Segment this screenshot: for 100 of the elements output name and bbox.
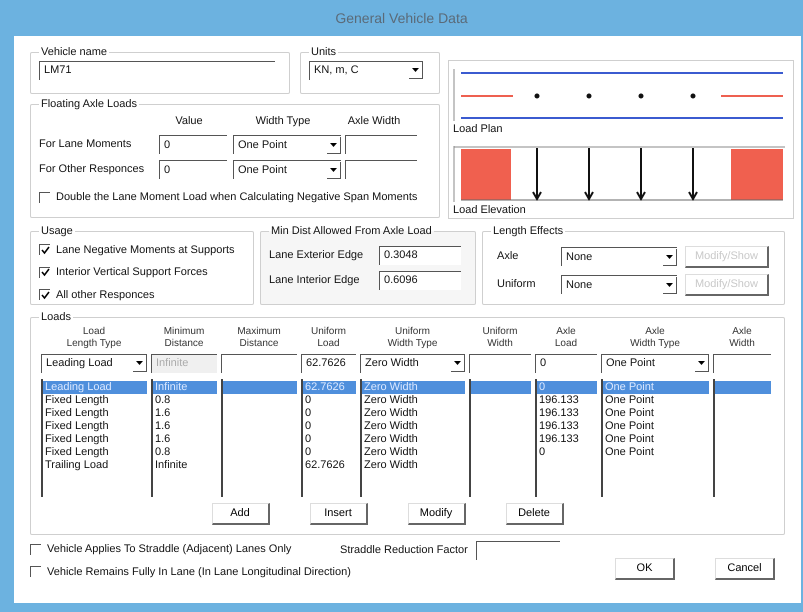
table-cell[interactable]: One Point bbox=[603, 406, 709, 420]
table-cell[interactable]: One Point bbox=[603, 394, 709, 406]
checkbox-label: Interior Vertical Support Forces bbox=[56, 265, 208, 280]
group-title: Vehicle name bbox=[40, 45, 108, 60]
group-title: Floating Axle Loads bbox=[40, 97, 138, 112]
distance-field[interactable]: 0.3048 bbox=[379, 246, 461, 264]
table-cell[interactable]: 0 bbox=[303, 446, 356, 458]
group-title: Usage bbox=[40, 224, 74, 239]
drawing-label: Load Elevation bbox=[453, 202, 527, 218]
table-cell[interactable]: 196.133 bbox=[537, 394, 597, 406]
field-label: Straddle Reduction Factor bbox=[340, 543, 468, 558]
table-dropdown[interactable]: Leading Load bbox=[41, 354, 147, 372]
table-cell[interactable]: 0 bbox=[303, 432, 356, 446]
table-cell[interactable]: 196.133 bbox=[537, 406, 597, 420]
table-dropdown[interactable]: One Point bbox=[601, 354, 709, 372]
dropdown-arrow-icon bbox=[666, 254, 673, 258]
dropdown-arrow-icon bbox=[330, 142, 337, 146]
checkbox-label: Lane Negative Moments at Supports bbox=[56, 242, 235, 258]
dialog-button[interactable]: Delete bbox=[506, 502, 564, 524]
group-title: Min Dist Allowed From Axle Load bbox=[270, 224, 433, 239]
table-field[interactable]: 0 bbox=[535, 354, 597, 372]
table-cell[interactable]: 1.6 bbox=[153, 406, 217, 420]
vehicle-name-field[interactable]: LM71 bbox=[39, 60, 275, 80]
dropdown-arrow-icon bbox=[698, 361, 705, 365]
table-cell[interactable]: Zero Width bbox=[362, 420, 465, 432]
dialog-button[interactable]: Modify bbox=[408, 502, 466, 524]
dropdown-arrow-icon bbox=[412, 68, 419, 72]
dropdown-arrow-icon bbox=[666, 282, 673, 286]
dropdown-arrow-icon bbox=[454, 361, 461, 365]
field-label: Lane Exterior Edge bbox=[269, 248, 364, 263]
field-label: Lane Interior Edge bbox=[269, 272, 361, 288]
checkbox[interactable] bbox=[39, 244, 50, 256]
dialog-button[interactable]: OK bbox=[615, 558, 675, 580]
table-cell[interactable] bbox=[223, 380, 297, 394]
table-cell[interactable]: Fixed Length bbox=[43, 446, 147, 458]
value-field[interactable]: 0 bbox=[159, 135, 227, 154]
table-field[interactable]: 62.7626 bbox=[301, 354, 356, 372]
column-header: Uniform Width bbox=[481, 326, 518, 350]
column-header: Maximum Distance bbox=[236, 326, 282, 350]
column-header: Load Length Type bbox=[66, 326, 122, 350]
dropdown-arrow-icon bbox=[330, 168, 337, 172]
checkbox-label: Vehicle Remains Fully In Lane (In Lane Longitudinal Direction) bbox=[47, 564, 351, 580]
width-type-dropdown[interactable]: One Point bbox=[233, 135, 341, 154]
table-cell[interactable]: 0 bbox=[303, 406, 356, 420]
group-title: Units bbox=[310, 45, 338, 60]
checkbox[interactable] bbox=[39, 289, 50, 300]
group-title: Loads bbox=[40, 310, 72, 325]
column-header: Value bbox=[174, 114, 204, 128]
column-header: Uniform Width Type bbox=[386, 326, 438, 350]
column-header: Uniform Load bbox=[310, 326, 347, 350]
table-cell[interactable]: 196.133 bbox=[537, 420, 597, 432]
table-dropdown[interactable]: Zero Width bbox=[360, 354, 465, 372]
checkbox[interactable] bbox=[39, 266, 50, 278]
checkbox-label: Vehicle Applies To Straddle (Adjacent) Lanes Only bbox=[47, 542, 292, 557]
column-header: Axle Width Type bbox=[629, 326, 681, 350]
drawing-label: Load Plan bbox=[453, 122, 504, 137]
table-cell[interactable]: One Point bbox=[603, 420, 709, 432]
table-cell[interactable]: 0.8 bbox=[153, 394, 217, 406]
column-header: Width Type bbox=[254, 114, 312, 128]
dialog-button[interactable]: Add bbox=[212, 502, 270, 524]
checkbox-label: All other Responces bbox=[56, 288, 154, 302]
dialog-button[interactable]: Insert bbox=[310, 502, 368, 524]
table-cell[interactable]: Zero Width bbox=[362, 394, 465, 406]
value-field[interactable]: 0 bbox=[159, 160, 227, 179]
row-label: For Lane Moments bbox=[39, 137, 132, 152]
table-cell[interactable] bbox=[715, 380, 771, 394]
table-cell[interactable]: 62.7626 bbox=[303, 458, 356, 472]
field-label: Axle bbox=[497, 249, 520, 264]
table-cell[interactable]: Zero Width bbox=[362, 458, 465, 472]
table-cell[interactable]: 196.133 bbox=[537, 432, 597, 446]
column-header: Axle Load bbox=[554, 326, 578, 350]
checkbox-label: Double the Lane Moment Load when Calculating Negative Span Moments bbox=[56, 190, 418, 205]
dropdown-arrow-icon bbox=[136, 361, 143, 365]
units-dropdown[interactable]: KN, m, C bbox=[309, 60, 423, 80]
field-label: Uniform bbox=[497, 277, 537, 292]
width-type-dropdown[interactable]: One Point bbox=[233, 160, 341, 179]
table-cell[interactable]: Fixed Length bbox=[43, 432, 147, 446]
table-cell[interactable]: 0 bbox=[537, 446, 597, 458]
group-title: Length Effects bbox=[492, 224, 564, 239]
table-cell[interactable]: Zero Width bbox=[362, 432, 465, 446]
table-cell[interactable]: Fixed Length bbox=[43, 420, 147, 432]
table-cell[interactable]: 0 bbox=[303, 420, 356, 432]
window-title: General Vehicle Data bbox=[335, 8, 468, 28]
table-cell[interactable]: Zero Width bbox=[362, 446, 465, 458]
table-cell[interactable]: Fixed Length bbox=[43, 406, 147, 420]
distance-field[interactable]: 0.6096 bbox=[379, 270, 461, 290]
dialog-button[interactable]: Cancel bbox=[715, 558, 775, 580]
table-cell[interactable]: 1.6 bbox=[153, 432, 217, 446]
column-header: Minimum Distance bbox=[162, 326, 206, 350]
table-cell[interactable]: Trailing Load bbox=[43, 458, 147, 472]
table-cell[interactable] bbox=[471, 380, 531, 394]
table-cell[interactable]: One Point bbox=[603, 446, 709, 458]
table-cell[interactable]: One Point bbox=[603, 432, 709, 446]
table-cell[interactable]: Infinite bbox=[153, 458, 217, 472]
row-label: For Other Responces bbox=[39, 162, 146, 178]
table-cell[interactable]: 0 bbox=[303, 394, 356, 406]
table-cell[interactable]: 1.6 bbox=[153, 420, 217, 432]
table-cell[interactable]: 0.8 bbox=[153, 446, 217, 458]
table-cell[interactable]: Fixed Length bbox=[43, 394, 147, 406]
table-cell[interactable]: Zero Width bbox=[362, 406, 465, 420]
